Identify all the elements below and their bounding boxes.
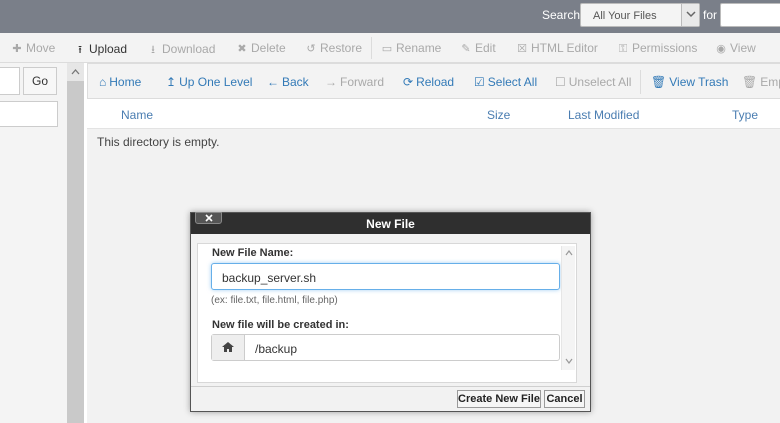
reload-icon: ⟳ <box>403 75 414 89</box>
close-icon[interactable] <box>195 212 222 224</box>
home-icon: ⌂ <box>99 75 107 89</box>
empty-trash-button[interactable]: 🗑Empt <box>742 75 780 89</box>
new-file-dialog: New File New File Name: backup_server.sh… <box>190 212 591 412</box>
chevron-down-icon[interactable] <box>565 358 573 364</box>
upload-icon: ⭱ <box>78 44 82 56</box>
dialog-header: New File <box>191 212 590 234</box>
edit-icon: ✎ <box>461 43 471 55</box>
toolbar-divider <box>371 37 372 59</box>
reload-button[interactable]: ⟳ Reload <box>403 75 454 89</box>
directory-tree-pane: Go <box>0 63 67 423</box>
checkbox-empty-icon: ☐ <box>555 75 566 89</box>
forward-button[interactable]: → Forward <box>325 75 384 89</box>
html-editor-button[interactable]: ☒ HTML Editor <box>516 41 598 55</box>
new-file-name-input[interactable]: backup_server.sh <box>211 263 560 290</box>
column-size[interactable]: Size <box>487 108 510 122</box>
dialog-title: New File <box>366 217 415 231</box>
column-last-modified[interactable]: Last Modified <box>568 108 639 122</box>
home-icon <box>212 335 245 360</box>
restore-icon: ↺ <box>306 43 316 55</box>
download-icon: ⭳ <box>151 44 155 56</box>
location-field[interactable]: /backup <box>211 334 560 361</box>
create-new-file-button[interactable]: Create New File <box>457 390 541 408</box>
search-scope-value: All Your Files <box>593 10 657 22</box>
new-file-name-label: New File Name: <box>212 247 294 259</box>
chevron-down-icon[interactable] <box>681 4 699 26</box>
location-label: New file will be created in: <box>212 319 349 331</box>
dialog-divider <box>191 386 590 387</box>
new-file-name-value: backup_server.sh <box>222 271 317 285</box>
eye-icon: ◉ <box>716 43 726 55</box>
directory-tree[interactable] <box>0 101 58 127</box>
view-trash-button[interactable]: 🗑 View Trash <box>651 75 728 89</box>
delete-button[interactable]: ✖ Delete <box>236 41 285 55</box>
path-input[interactable] <box>0 67 20 95</box>
chevron-up-icon[interactable] <box>67 63 84 81</box>
nav-divider <box>640 70 641 94</box>
rename-button[interactable]: ▭ Rename <box>381 41 442 55</box>
select-all-button[interactable]: ☑ Select All <box>474 75 537 89</box>
for-label: for <box>703 8 718 22</box>
view-button[interactable]: ◉ View <box>715 41 756 55</box>
file-list-header: Name Size Last Modified Type <box>87 99 780 129</box>
download-button[interactable]: ⭳ Download <box>147 41 215 60</box>
top-bar: Search All Your Files for <box>0 0 780 33</box>
column-type[interactable]: Type <box>732 108 758 122</box>
search-input[interactable] <box>720 3 780 27</box>
permissions-button[interactable]: ⚿ Permissions <box>617 41 698 56</box>
dialog-body: New File Name: backup_server.sh (ex: fil… <box>197 243 577 383</box>
location-value: /backup <box>255 342 298 356</box>
dialog-scrollbar[interactable] <box>561 246 575 370</box>
file-toolbar: ✚ Move ⭱ Upload ⭳ Download ✖ Delete ↺ Restore… <box>0 33 780 63</box>
file-name-hint: (ex: file.txt, file.html, file.php) <box>211 295 338 306</box>
column-name[interactable]: Name <box>121 108 153 122</box>
search-scope-select[interactable]: All Your Files <box>580 3 700 27</box>
move-icon: ✚ <box>12 43 22 55</box>
back-arrow-icon: ← <box>267 75 279 89</box>
go-button[interactable]: Go <box>23 67 57 95</box>
upload-button[interactable]: ⭱ Upload <box>74 41 127 60</box>
trash-icon: 🗑 <box>651 75 667 89</box>
edit-button[interactable]: ✎ Edit <box>460 41 495 55</box>
cancel-button[interactable]: Cancel <box>544 390 585 408</box>
chevron-up-icon[interactable] <box>565 250 573 256</box>
back-button[interactable]: ← Back <box>267 75 309 89</box>
rename-icon: ▭ <box>381 43 393 55</box>
forward-arrow-icon: → <box>325 75 337 89</box>
navigation-bar: ⌂ Home ↥ Up One Level ← Back → Forward ⟳ Relo… <box>87 63 780 99</box>
key-icon: ⚿ <box>618 43 628 55</box>
move-button[interactable]: ✚ Move <box>11 41 55 55</box>
home-button[interactable]: ⌂ Home <box>99 75 141 89</box>
checkbox-checked-icon: ☑ <box>474 75 485 89</box>
search-label: Search <box>542 8 581 22</box>
trash-icon: 🗑 <box>742 75 758 89</box>
up-one-level-button[interactable]: ↥ Up One Level <box>166 75 252 89</box>
empty-directory-message: This directory is empty. <box>97 135 220 149</box>
sidebar-scrollbar[interactable] <box>67 63 84 423</box>
html-editor-icon: ☒ <box>517 43 527 55</box>
unselect-all-button[interactable]: ☐ Unselect All <box>555 75 631 89</box>
restore-button[interactable]: ↺ Restore <box>305 41 362 55</box>
delete-icon: ✖ <box>237 43 247 55</box>
up-level-icon: ↥ <box>166 75 177 89</box>
